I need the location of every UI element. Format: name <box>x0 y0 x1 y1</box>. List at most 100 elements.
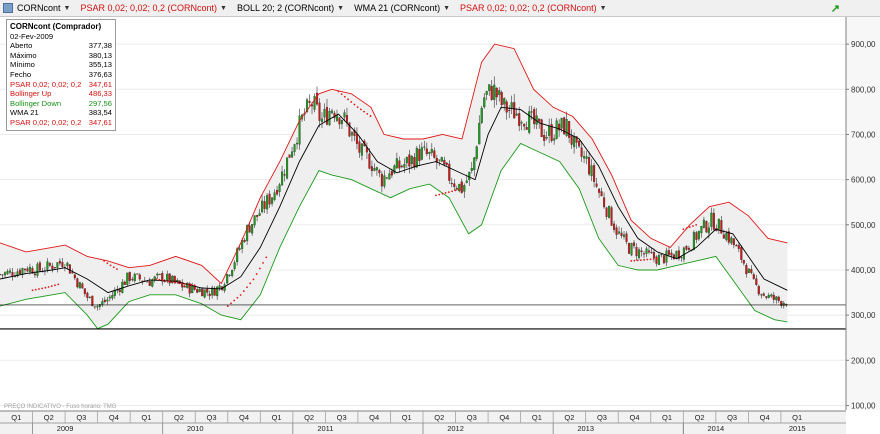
candle-body <box>473 157 476 171</box>
candle-body <box>58 260 61 264</box>
candle-body <box>370 166 373 172</box>
candle-body <box>598 188 601 193</box>
candle-body <box>515 113 518 116</box>
footer-note: PREÇO INDICATIVO - Fuso horário: TMG <box>4 404 117 410</box>
psar-dot <box>155 278 158 280</box>
psar-dot <box>50 285 53 288</box>
psar-dot <box>454 189 457 192</box>
candle-body <box>206 288 209 293</box>
legend-row: Fecho 376,63 <box>10 70 112 80</box>
candle-body <box>740 246 743 260</box>
candle-body <box>183 285 186 288</box>
legend-row-value: 376,63 <box>88 69 112 79</box>
candle-body <box>540 119 543 138</box>
candle-body <box>18 269 22 275</box>
candle-body <box>428 152 431 154</box>
candle-body <box>525 127 528 130</box>
candle-body <box>752 274 755 279</box>
candle-body <box>720 220 723 234</box>
candle-body <box>605 207 608 217</box>
candle-body <box>323 108 326 118</box>
candle-body <box>28 266 32 272</box>
y-axis: 100,00 200,00 300,00 400,00 500,00 600,00 700,… <box>845 17 880 410</box>
year-label: 2014 <box>708 424 725 433</box>
candle-body <box>757 285 760 295</box>
candle-body <box>548 125 551 136</box>
candle-body <box>343 112 346 118</box>
candle-body <box>330 110 334 114</box>
y-axis-background <box>846 17 880 410</box>
candle-body <box>33 273 36 276</box>
psar-dot <box>168 280 170 283</box>
candle-body <box>313 96 316 110</box>
candle-body <box>360 143 363 156</box>
candle-body <box>750 269 753 273</box>
legend-row-label: PSAR 0,02; 0,02; 0,2 <box>10 117 82 127</box>
candle-body <box>697 230 700 240</box>
psar-dot <box>47 286 50 288</box>
candle-body <box>583 156 586 159</box>
candle-body <box>523 124 526 127</box>
psar-dot <box>184 283 186 285</box>
candle-body <box>283 174 286 176</box>
candle-body <box>251 224 254 234</box>
psar-dot <box>239 294 242 296</box>
candle-body <box>635 247 638 257</box>
candle-body <box>281 171 284 186</box>
candle-body <box>118 289 121 292</box>
y-tick-label: 400,00 <box>851 266 876 275</box>
psar-dot <box>695 223 698 226</box>
psar-dot <box>109 264 112 267</box>
candle-body <box>21 268 24 275</box>
psar-dot <box>636 259 639 262</box>
candle-body <box>775 296 778 301</box>
candle-body <box>151 279 154 287</box>
price-chart[interactable]: 322,50269,50 100,00 200,00 300,00 400,00 500… <box>0 0 880 434</box>
psar-dot <box>41 287 44 290</box>
candle-body <box>692 231 695 250</box>
psar-dot <box>441 192 444 195</box>
candle-body <box>632 242 636 247</box>
candle-body <box>612 223 616 230</box>
candle-body <box>6 271 9 275</box>
psar-dot <box>252 278 255 281</box>
quarter-label: Q3 <box>337 413 347 422</box>
candle-body <box>76 278 79 288</box>
candle-body <box>443 159 446 165</box>
candle-body <box>603 197 606 208</box>
psar-dot <box>164 279 167 282</box>
psar-dot <box>639 259 642 261</box>
candle-body <box>36 263 39 276</box>
year-label: 2010 <box>187 424 204 433</box>
legend-row: PSAR 0,02; 0,02; 0,2 347,61 <box>10 80 112 90</box>
candle-body <box>438 159 441 161</box>
candle-body <box>88 296 91 298</box>
candle-body <box>702 219 705 228</box>
candle-body <box>588 157 591 175</box>
candle-body <box>593 165 596 182</box>
psar-dot <box>193 284 196 287</box>
candle-body <box>503 98 506 105</box>
candle-body <box>433 150 436 158</box>
psar-dot <box>652 258 655 260</box>
legend-row-value: 347,61 <box>88 79 112 89</box>
candle-body <box>770 294 773 297</box>
candle-body <box>273 192 276 200</box>
candle-body <box>580 147 583 157</box>
psar-dot <box>255 273 258 275</box>
candle-body <box>278 184 281 192</box>
candle-body <box>420 147 423 160</box>
candle-body <box>468 171 471 181</box>
quarter-label: Q2 <box>44 413 54 422</box>
candle-body <box>423 146 426 148</box>
candle-body <box>358 141 361 153</box>
candle-body <box>308 100 311 104</box>
psar-dot <box>38 288 40 290</box>
legend-row-value: 347,61 <box>88 117 112 127</box>
candle-body <box>622 234 626 237</box>
legend-row-label: WMA 21 <box>10 108 39 118</box>
psar-dot <box>226 305 229 308</box>
candle-body <box>470 168 473 171</box>
candle-body <box>700 225 703 234</box>
candle-body <box>478 122 481 145</box>
